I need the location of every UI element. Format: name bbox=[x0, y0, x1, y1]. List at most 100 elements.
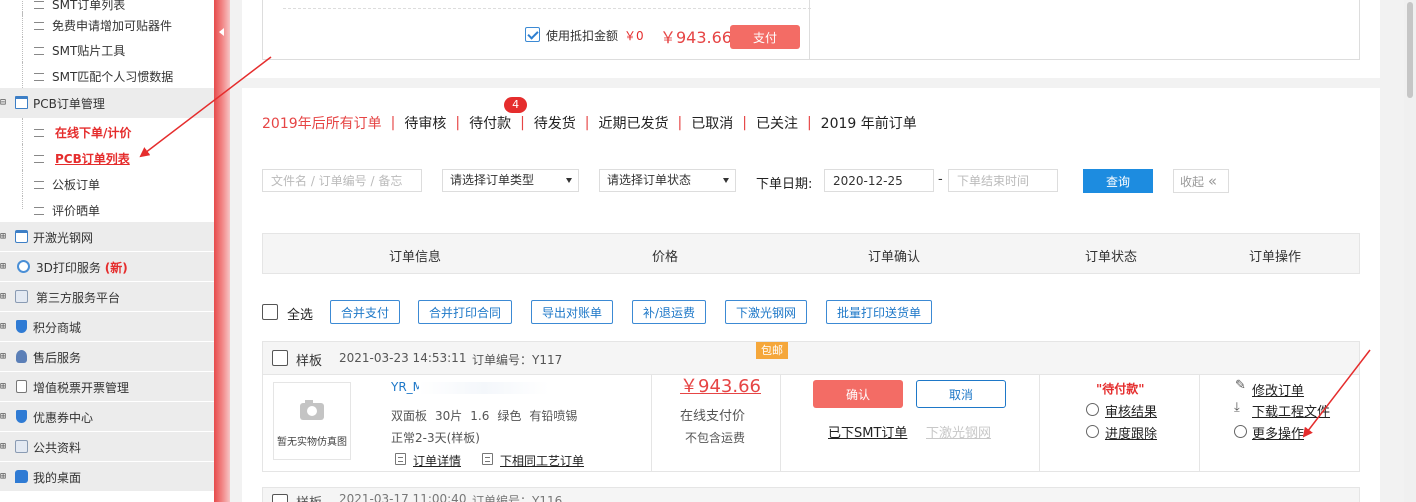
sidebar-group-public-docs[interactable]: ⊞ 公共资料 bbox=[0, 432, 214, 462]
shield-icon bbox=[16, 320, 27, 333]
order-type-select[interactable]: 请选择订单类型 bbox=[442, 169, 579, 192]
date-end-input[interactable] bbox=[948, 169, 1058, 192]
edit-order-link[interactable]: 修改订单 bbox=[1252, 380, 1304, 399]
copy-order-icon bbox=[482, 453, 493, 465]
payment-card: 使用抵扣金额 ￥0 ￥943.66 支付 bbox=[242, 0, 1380, 78]
tab-recently-shipped[interactable]: 近期已发货 bbox=[599, 113, 669, 133]
sidebar-group-pcb-orders[interactable]: ⊟ PCB订单管理 bbox=[0, 88, 214, 118]
sidebar-group-third-party[interactable]: ⊞ 第三方服务平台 bbox=[0, 282, 214, 312]
merge-print-contract-button[interactable]: 合并打印合同 bbox=[418, 300, 513, 324]
tab-all-orders[interactable]: 2019年后所有订单 bbox=[262, 113, 382, 133]
more-actions-link[interactable]: 更多操作 bbox=[1252, 423, 1304, 442]
collapse-arrow-icon[interactable] bbox=[219, 28, 224, 36]
order-date-label: 下单日期: bbox=[756, 177, 813, 192]
more-icon bbox=[1234, 425, 1247, 438]
tab-before-2019[interactable]: 2019 年前订单 bbox=[821, 113, 917, 133]
expand-icon[interactable]: ⊞ bbox=[0, 292, 8, 302]
check-circle-icon bbox=[1086, 403, 1099, 416]
page-scrollbar[interactable] bbox=[1404, 0, 1416, 502]
keyword-search-input[interactable] bbox=[262, 169, 422, 192]
product-specs: 双面板 30片 1.6 绿色 有铅喷锡 bbox=[391, 409, 578, 423]
expand-icon[interactable]: ⊞ bbox=[0, 382, 8, 392]
expand-icon[interactable]: ⊞ bbox=[0, 352, 8, 362]
cancel-order-button[interactable]: 取消 bbox=[916, 380, 1006, 408]
confirm-order-button[interactable]: 确认 bbox=[813, 380, 903, 408]
select-all-checkbox[interactable] bbox=[262, 304, 278, 320]
sidebar-group-laser-stencil[interactable]: ⊞ 开激光钢网 bbox=[0, 222, 214, 252]
tab-pending-payment[interactable]: 待付款 4 bbox=[469, 97, 528, 133]
order-status-text: "待付款" bbox=[1096, 382, 1145, 396]
date-start-input[interactable] bbox=[824, 169, 934, 192]
order-checkbox[interactable] bbox=[272, 494, 288, 502]
collapse-icon[interactable]: ⊟ bbox=[0, 98, 6, 108]
sidebar-item-reviews[interactable]: 评价晒单 bbox=[0, 196, 214, 222]
free-shipping-tag: 包邮 bbox=[756, 342, 788, 359]
batch-print-delivery-button[interactable]: 批量打印送货单 bbox=[826, 300, 933, 324]
use-deduct-checkbox[interactable] bbox=[525, 27, 540, 42]
sidebar-item-smt-tools[interactable]: SMT贴片工具 bbox=[0, 36, 214, 62]
audit-result-link[interactable]: 审核结果 bbox=[1105, 401, 1157, 420]
sidebar-group-vat-invoice[interactable]: ⊞ 增值税票开票管理 bbox=[0, 372, 214, 402]
invoice-icon bbox=[16, 380, 27, 393]
order-tabs: 2019年后所有订单 | 待审核 | 待付款 4 | 待发货 | 近期已发货 |… bbox=[262, 97, 917, 133]
pay-button[interactable]: 支付 bbox=[730, 25, 800, 49]
order-type: 样板 bbox=[296, 354, 323, 369]
sidebar-item-smt-habits[interactable]: SMT匹配个人习惯数据 bbox=[0, 62, 214, 88]
document-icon bbox=[395, 453, 406, 465]
order-laser-stencil-button[interactable]: 下激光钢网 bbox=[725, 300, 808, 324]
pending-payment-badge: 4 bbox=[504, 97, 528, 113]
document-icon bbox=[34, 207, 44, 215]
dropdown-arrow-icon bbox=[723, 178, 729, 183]
sidebar-group-coupons[interactable]: ⊞ 优惠券中心 bbox=[0, 402, 214, 432]
shipping-note: 不包含运费 bbox=[685, 431, 746, 445]
order-status-select[interactable]: 请选择订单状态 bbox=[599, 169, 736, 192]
order-detail-link[interactable]: 订单详情 bbox=[413, 452, 461, 469]
expand-icon[interactable]: ⊞ bbox=[0, 262, 8, 272]
sidebar-group-points-mall[interactable]: ⊞ 积分商城 bbox=[0, 312, 214, 342]
order-row-header: 样板 2021-03-23 14:53:11 订单编号：Y117 bbox=[263, 342, 1359, 375]
expand-icon[interactable]: ⊞ bbox=[0, 322, 8, 332]
sidebar-group-3d-print[interactable]: ⊞ 3D打印服务 (新) bbox=[0, 252, 214, 282]
order-time: 2021-03-23 14:53:11 bbox=[339, 351, 467, 365]
col-order-status: 订单状态 bbox=[1085, 250, 1138, 265]
download-files-link[interactable]: 下载工程文件 bbox=[1252, 401, 1330, 420]
order-price[interactable]: ￥943.66 bbox=[680, 372, 761, 398]
progress-tracking-link[interactable]: 进度跟除 bbox=[1105, 423, 1157, 442]
scrollbar-thumb[interactable] bbox=[1407, 2, 1413, 98]
order-type: 样板 bbox=[296, 492, 322, 502]
folder-icon bbox=[15, 440, 28, 453]
sidebar-group-after-sales[interactable]: ⊞ 售后服务 bbox=[0, 342, 214, 372]
smt-order-link[interactable]: 已下SMT订单 bbox=[828, 422, 907, 441]
same-process-order-link[interactable]: 下相同工艺订单 bbox=[500, 452, 584, 469]
sidebar-item-public-board[interactable]: 公板订单 bbox=[0, 170, 214, 196]
expand-icon[interactable]: ⊞ bbox=[0, 442, 8, 452]
desktop-icon bbox=[15, 470, 28, 483]
pencil-icon: ✎ bbox=[1235, 378, 1246, 393]
sidebar-item-free-apply[interactable]: 免费申请增加可贴器件 bbox=[0, 11, 214, 37]
orders-table-header: 订单信息 价格 订单确认 订单状态 订单操作 bbox=[262, 233, 1360, 274]
tab-followed[interactable]: 已关注 bbox=[756, 113, 798, 133]
expand-icon[interactable]: ⊞ bbox=[0, 232, 8, 242]
sidebar-item-online-order[interactable]: 在线下单/计价 bbox=[0, 118, 214, 144]
document-icon bbox=[34, 155, 44, 163]
expand-icon[interactable]: ⊞ bbox=[0, 412, 8, 422]
calendar-icon bbox=[15, 230, 28, 243]
payment-total: ￥943.66 bbox=[660, 28, 732, 47]
tab-cancelled[interactable]: 已取消 bbox=[691, 113, 733, 133]
merge-pay-button[interactable]: 合并支付 bbox=[330, 300, 401, 324]
query-button[interactable]: 查询 bbox=[1083, 169, 1153, 193]
expand-icon[interactable]: ⊞ bbox=[0, 472, 8, 482]
shipping-refund-button[interactable]: 补/退运费 bbox=[632, 300, 707, 324]
clock-icon bbox=[1086, 425, 1099, 438]
sidebar-toggle-bar[interactable] bbox=[214, 0, 230, 502]
sidebar-item-pcb-order-list[interactable]: PCB订单列表 bbox=[0, 144, 214, 170]
order-checkbox[interactable] bbox=[272, 350, 288, 366]
tab-pending-review[interactable]: 待审核 bbox=[404, 113, 446, 133]
calendar-icon bbox=[15, 96, 28, 109]
tab-pending-shipment[interactable]: 待发货 bbox=[534, 113, 576, 133]
export-statement-button[interactable]: 导出对账单 bbox=[531, 300, 614, 324]
collapse-filters-button[interactable]: 收起 « bbox=[1173, 169, 1229, 193]
document-icon bbox=[34, 129, 44, 137]
sidebar-group-my-desktop[interactable]: ⊞ 我的桌面 bbox=[0, 462, 214, 492]
product-thumbnail[interactable]: 暂无实物仿真图 bbox=[273, 382, 351, 460]
